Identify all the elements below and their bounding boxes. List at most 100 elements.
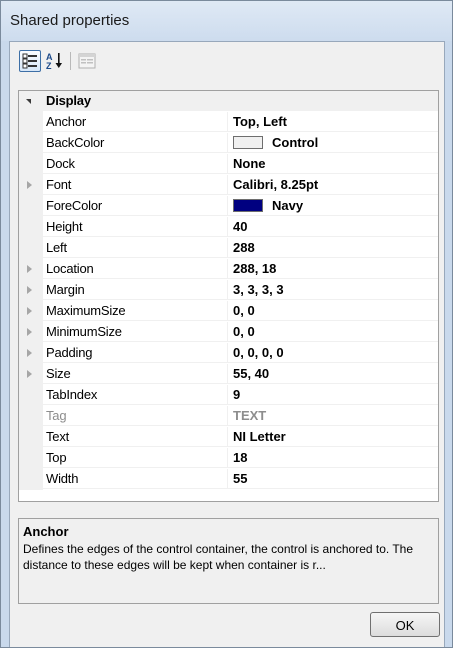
property-row-anchor[interactable]: Anchor Top, Left — [19, 112, 438, 133]
expand-icon[interactable] — [27, 265, 32, 273]
property-name: Tag — [43, 406, 227, 426]
property-name: Text — [43, 427, 227, 447]
property-value-text: Top, Left — [233, 114, 287, 129]
property-value[interactable]: Navy — [227, 196, 438, 216]
property-pages-icon — [78, 53, 96, 69]
property-name: Anchor — [43, 112, 227, 132]
category-row-display[interactable]: Display — [19, 91, 438, 112]
property-value[interactable]: 0, 0 — [227, 301, 438, 321]
expand-icon[interactable] — [27, 370, 32, 378]
expand-icon[interactable] — [27, 328, 32, 336]
property-row-dock[interactable]: Dock None — [19, 154, 438, 175]
property-value-text: TEXT — [233, 408, 267, 423]
property-name: Font — [43, 175, 227, 195]
property-row-forecolor[interactable]: ForeColor Navy — [19, 196, 438, 217]
alphabetical-button[interactable]: A Z — [44, 50, 66, 72]
expand-icon[interactable] — [27, 307, 32, 315]
property-grid: Display Anchor Top, Left BackColor Control D… — [18, 90, 439, 502]
row-gutter — [19, 427, 43, 448]
row-gutter — [19, 322, 43, 343]
property-name: TabIndex — [43, 385, 227, 405]
row-gutter — [19, 385, 43, 406]
property-value-text: Calibri, 8.25pt — [233, 177, 319, 192]
property-row-width[interactable]: Width 55 — [19, 469, 438, 490]
property-value-text: NI Letter — [233, 429, 286, 444]
categorized-icon — [22, 53, 37, 69]
property-name: Location — [43, 259, 227, 279]
property-value[interactable]: Calibri, 8.25pt — [227, 175, 438, 195]
row-gutter — [19, 217, 43, 238]
row-gutter — [19, 91, 43, 112]
property-value[interactable]: Control — [227, 133, 438, 153]
row-gutter — [19, 259, 43, 280]
description-title: Anchor — [23, 524, 69, 539]
property-row-size[interactable]: Size 55, 40 — [19, 364, 438, 385]
property-row-minimumsize[interactable]: MinimumSize 0, 0 — [19, 322, 438, 343]
property-name: ForeColor — [43, 196, 227, 216]
property-value[interactable]: 55, 40 — [227, 364, 438, 384]
property-value[interactable]: 288, 18 — [227, 259, 438, 279]
title-bar[interactable]: Shared properties — [1, 1, 452, 41]
row-gutter — [19, 448, 43, 469]
property-row-top[interactable]: Top 18 — [19, 448, 438, 469]
property-name: Height — [43, 217, 227, 237]
property-value-text: None — [233, 156, 266, 171]
property-name: Top — [43, 448, 227, 468]
property-value-text: 3, 3, 3, 3 — [233, 282, 284, 297]
property-value-text: 55, 40 — [233, 366, 270, 381]
property-name: BackColor — [43, 133, 227, 153]
property-row-backcolor[interactable]: BackColor Control — [19, 133, 438, 154]
property-row-margin[interactable]: Margin 3, 3, 3, 3 — [19, 280, 438, 301]
categorized-button[interactable] — [19, 50, 41, 72]
property-name: MinimumSize — [43, 322, 227, 342]
color-swatch — [233, 199, 263, 212]
property-row-tabindex[interactable]: TabIndex 9 — [19, 385, 438, 406]
property-row-height[interactable]: Height 40 — [19, 217, 438, 238]
property-value-text: 18 — [233, 450, 248, 465]
property-value[interactable]: 0, 0 — [227, 322, 438, 342]
property-value[interactable]: 3, 3, 3, 3 — [227, 280, 438, 300]
property-value[interactable]: 55 — [227, 469, 438, 489]
property-value-text: 0, 0, 0, 0 — [233, 345, 284, 360]
property-name: Dock — [43, 154, 227, 174]
property-value-text: 55 — [233, 471, 248, 486]
row-gutter — [19, 343, 43, 364]
row-gutter — [19, 133, 43, 154]
toolbar-separator — [70, 52, 71, 70]
property-name: Size — [43, 364, 227, 384]
property-value[interactable]: 288 — [227, 238, 438, 258]
row-gutter — [19, 469, 43, 490]
property-name: Padding — [43, 343, 227, 363]
property-value[interactable]: 0, 0, 0, 0 — [227, 343, 438, 363]
property-row-padding[interactable]: Padding 0, 0, 0, 0 — [19, 343, 438, 364]
property-value[interactable]: None — [227, 154, 438, 174]
property-row-maximumsize[interactable]: MaximumSize 0, 0 — [19, 301, 438, 322]
collapse-icon[interactable] — [26, 99, 31, 104]
property-value[interactable]: 40 — [227, 217, 438, 237]
property-value[interactable]: Top, Left — [227, 112, 438, 132]
property-value[interactable]: 9 — [227, 385, 438, 405]
expand-icon[interactable] — [27, 181, 32, 189]
row-gutter — [19, 175, 43, 196]
property-row-left[interactable]: Left 288 — [19, 238, 438, 259]
property-row-text[interactable]: Text NI Letter — [19, 427, 438, 448]
property-row-location[interactable]: Location 288, 18 — [19, 259, 438, 280]
expand-icon[interactable] — [27, 349, 32, 357]
property-value[interactable]: TEXT — [227, 406, 438, 426]
color-swatch — [233, 136, 263, 149]
property-row-tag[interactable]: Tag TEXT — [19, 406, 438, 427]
expand-icon[interactable] — [27, 286, 32, 294]
ok-button[interactable]: OK — [370, 612, 440, 637]
property-name: Left — [43, 238, 227, 258]
row-gutter — [19, 364, 43, 385]
description-text: Defines the edges of the control contain… — [23, 542, 414, 572]
svg-text:Z: Z — [46, 61, 52, 71]
property-row-font[interactable]: Font Calibri, 8.25pt — [19, 175, 438, 196]
row-gutter — [19, 154, 43, 175]
property-value-text: 288 — [233, 240, 255, 255]
property-value[interactable]: NI Letter — [227, 427, 438, 447]
row-gutter — [19, 406, 43, 427]
property-pages-button[interactable] — [76, 50, 98, 72]
property-value[interactable]: 18 — [227, 448, 438, 468]
property-value-text: 288, 18 — [233, 261, 277, 276]
